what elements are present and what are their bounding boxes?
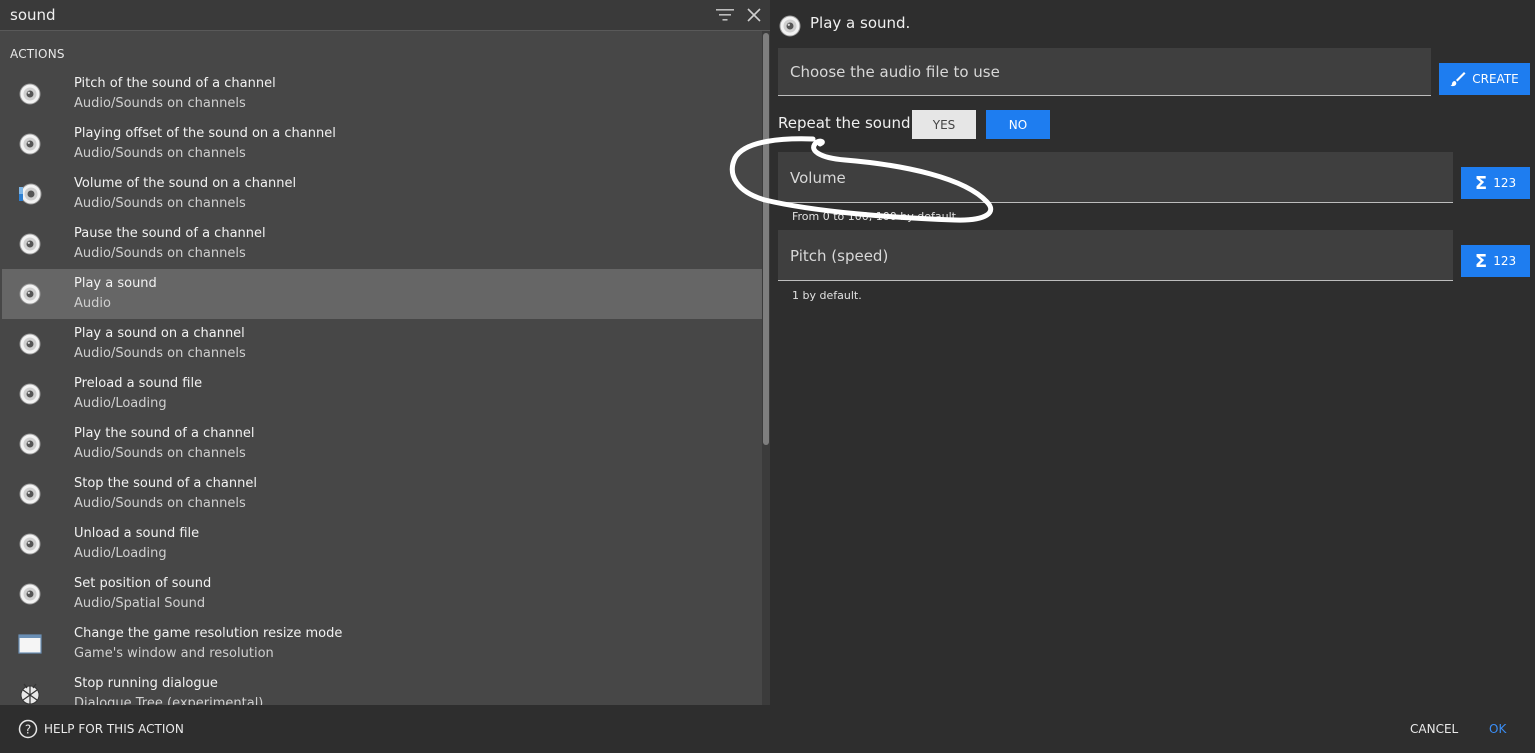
list-item[interactable]: Playing offset of the sound on a channel… — [2, 119, 762, 169]
speaker-icon — [18, 282, 42, 306]
speaker-icon — [18, 132, 42, 156]
search-input[interactable] — [10, 4, 700, 26]
list-item-title: Play a sound — [74, 276, 157, 291]
list-item-title: Unload a sound file — [74, 526, 200, 541]
create-button-label: CREATE — [1472, 72, 1519, 86]
list-item[interactable]: Stop running dialogue Dialogue Tree (expe… — [2, 669, 762, 705]
repeat-sound-label: Repeat the sound — [778, 114, 911, 132]
list-item[interactable]: Volume of the sound on a channel Audio/So… — [2, 169, 762, 219]
list-item[interactable]: Change the game resolution resize mode Ga… — [2, 619, 762, 669]
speaker-icon — [18, 332, 42, 356]
pitch-expression-label: 123 — [1493, 254, 1517, 268]
list-item-category: Audio/Sounds on channels — [74, 496, 246, 511]
section-title: ACTIONS — [10, 47, 65, 61]
list-item-title: Change the game resolution resize mode — [74, 626, 343, 641]
pitch-field[interactable]: Pitch (speed) — [778, 230, 1453, 281]
list-item-title: Playing offset of the sound on a channel — [74, 126, 336, 141]
speaker-icon — [18, 82, 42, 106]
list-item[interactable]: Pause the sound of a channel Audio/Sounds… — [2, 219, 762, 269]
speaker-icon — [18, 482, 42, 506]
action-title: Play a sound. — [810, 14, 911, 32]
action-detail-panel: Play a sound. Choose the audio file to u… — [770, 0, 1535, 705]
list-item[interactable]: Unload a sound file Audio/Loading — [2, 519, 762, 569]
list-item-title: Play a sound on a channel — [74, 326, 245, 341]
volume-expression-label: 123 — [1493, 176, 1517, 190]
list-item-category: Audio/Sounds on channels — [74, 446, 246, 461]
list-item[interactable]: Play a sound on a channel Audio/Sounds on… — [2, 319, 762, 369]
dialogue-ball-icon — [18, 682, 42, 705]
list-item[interactable]: Play a sound Audio — [2, 269, 762, 319]
window-icon — [18, 632, 42, 656]
dialog-footer: ? HELP FOR THIS ACTION CANCEL OK — [0, 705, 1535, 753]
sigma-icon: Σ — [1474, 172, 1488, 194]
repeat-no-button[interactable]: NO — [986, 110, 1050, 139]
pitch-field-label: Pitch (speed) — [790, 247, 889, 265]
speaker-icon — [18, 532, 42, 556]
list-item[interactable]: Stop the sound of a channel Audio/Sounds … — [2, 469, 762, 519]
action-list-panel: ACTIONS Pitch of the sound of a channel A… — [0, 0, 770, 705]
list-item-category: Audio/Sounds on channels — [74, 146, 246, 161]
repeat-yes-button[interactable]: YES — [912, 110, 976, 139]
pitch-helper-text: 1 by default. — [792, 289, 862, 302]
help-button-label: HELP FOR THIS ACTION — [44, 722, 184, 736]
list-item-title: Pause the sound of a channel — [74, 226, 266, 241]
volume-speaker-icon — [18, 182, 42, 206]
search-bar — [0, 0, 770, 31]
list-item-category: Audio/Sounds on channels — [74, 96, 246, 111]
ok-button[interactable]: OK — [1489, 722, 1506, 736]
list-item-title: Play the sound of a channel — [74, 426, 255, 441]
list-item-title: Stop running dialogue — [74, 676, 218, 691]
volume-field-label: Volume — [790, 169, 846, 187]
list-item-category: Audio/Loading — [74, 396, 167, 411]
list-item-category: Audio — [74, 296, 111, 311]
list-item[interactable]: Preload a sound file Audio/Loading — [2, 369, 762, 419]
scrollbar[interactable] — [762, 31, 770, 705]
list-item[interactable]: Set position of sound Audio/Spatial Sound — [2, 569, 762, 619]
filter-icon[interactable] — [715, 7, 735, 23]
list-item[interactable]: Pitch of the sound of a channel Audio/Sou… — [2, 69, 762, 119]
speaker-icon — [18, 582, 42, 606]
close-icon[interactable] — [745, 6, 763, 24]
speaker-icon — [18, 232, 42, 256]
scrollbar-thumb[interactable] — [763, 33, 769, 445]
volume-field[interactable]: Volume — [778, 152, 1453, 203]
volume-expression-button[interactable]: Σ 123 — [1461, 167, 1530, 199]
list-item-title: Pitch of the sound of a channel — [74, 76, 276, 91]
sigma-icon: Σ — [1474, 250, 1488, 272]
speaker-icon — [779, 15, 801, 37]
help-button[interactable]: ? HELP FOR THIS ACTION — [18, 719, 184, 739]
list-item-category: Audio/Spatial Sound — [74, 596, 206, 611]
cancel-button[interactable]: CANCEL — [1410, 722, 1458, 736]
list-item-title: Set position of sound — [74, 576, 212, 591]
audio-file-field-label: Choose the audio file to use — [790, 63, 1000, 81]
brush-icon — [1450, 72, 1466, 87]
speaker-icon — [18, 382, 42, 406]
list-item-category: Dialogue Tree (experimental) — [74, 696, 264, 705]
action-list: Pitch of the sound of a channel Audio/Sou… — [2, 69, 762, 705]
speaker-icon — [18, 432, 42, 456]
dialog: ACTIONS Pitch of the sound of a channel A… — [0, 0, 1535, 753]
svg-text:?: ? — [25, 723, 31, 737]
list-item-category: Audio/Loading — [74, 546, 167, 561]
list-item-category: Audio/Sounds on channels — [74, 246, 246, 261]
list-item-category: Audio/Sounds on channels — [74, 196, 246, 211]
volume-helper-text: From 0 to 100, 100 by default. — [792, 210, 960, 223]
audio-file-field[interactable]: Choose the audio file to use — [778, 48, 1431, 96]
list-item[interactable]: Play the sound of a channel Audio/Sounds … — [2, 419, 762, 469]
pitch-expression-button[interactable]: Σ 123 — [1461, 245, 1530, 277]
list-item-category: Game's window and resolution — [74, 646, 274, 661]
list-item-title: Stop the sound of a channel — [74, 476, 257, 491]
help-icon: ? — [18, 719, 38, 739]
list-item-category: Audio/Sounds on channels — [74, 346, 246, 361]
create-button[interactable]: CREATE — [1439, 63, 1530, 95]
list-item-title: Volume of the sound on a channel — [74, 176, 297, 191]
list-item-title: Preload a sound file — [74, 376, 203, 391]
